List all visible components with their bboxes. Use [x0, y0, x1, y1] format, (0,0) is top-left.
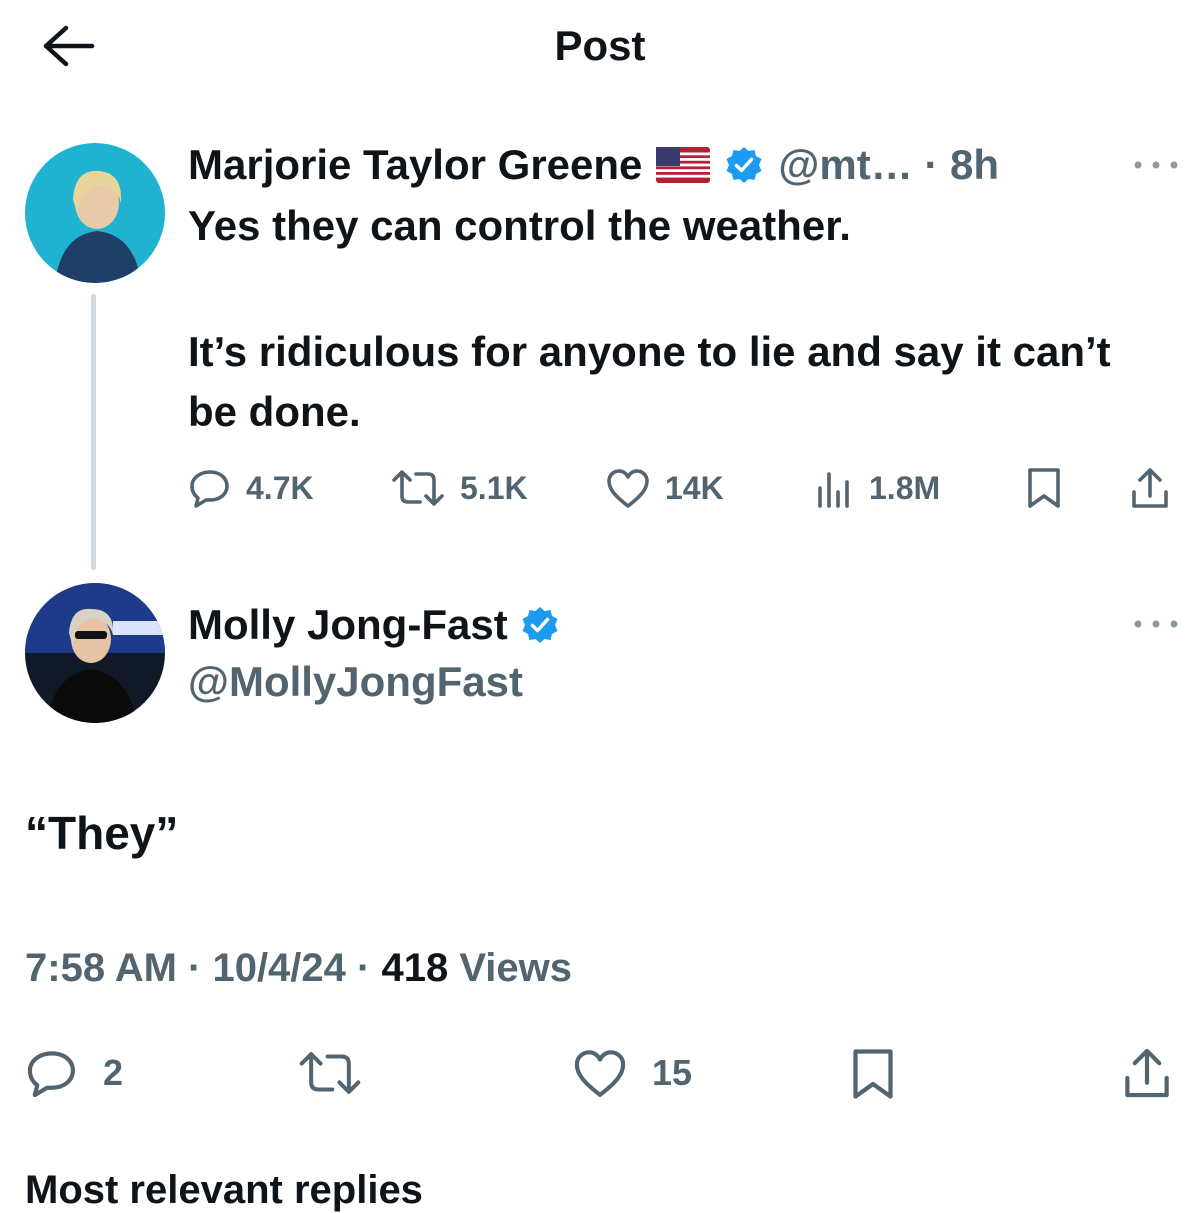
replies-sort-label[interactable]: Most relevant replies [25, 1168, 423, 1213]
reply-icon [27, 1051, 75, 1098]
repost-count: 5.1K [460, 469, 528, 506]
post-text: It’s ridiculous for anyone to lie and sa… [188, 328, 1111, 435]
repost-button[interactable] [297, 1046, 387, 1100]
more-options-icon[interactable] [1128, 614, 1184, 634]
repost-icon [299, 1052, 361, 1094]
bookmark-icon [1028, 468, 1060, 508]
page-title: Post [554, 22, 646, 69]
heart-icon [574, 1050, 626, 1097]
reply-button[interactable]: 2 [25, 1046, 123, 1100]
like-count: 15 [652, 1052, 693, 1093]
author-name[interactable]: Marjorie Taylor Greene [188, 141, 642, 189]
views-button[interactable]: 1.8M [815, 466, 940, 510]
verified-badge-icon[interactable] [724, 145, 764, 185]
bookmark-button[interactable] [1024, 466, 1078, 510]
more-options-icon[interactable] [1128, 155, 1184, 175]
post-header: Marjorie Taylor Greene @mt… · 8h [188, 138, 999, 192]
author-name[interactable]: Molly Jong-Fast [188, 601, 508, 649]
separator: · [345, 946, 382, 990]
us-flag-icon [656, 147, 711, 183]
reply-icon [190, 470, 229, 508]
post-text: Yes they can control the weather. [188, 202, 851, 249]
reply-count: 2 [103, 1052, 124, 1093]
avatar[interactable] [25, 143, 165, 283]
share-button[interactable] [1120, 1046, 1198, 1100]
thread-line [91, 294, 96, 570]
post-time[interactable]: 7:58 AM [25, 946, 177, 990]
post-metadata: 7:58 AM · 10/4/24 · 418 Views [25, 946, 572, 991]
share-icon [1125, 1048, 1169, 1098]
like-button[interactable]: 15 [572, 1046, 692, 1100]
post-date[interactable]: 10/4/24 [212, 946, 345, 990]
like-button[interactable]: 14K [605, 466, 724, 510]
like-count: 14K [665, 469, 724, 506]
bookmark-icon [853, 1049, 893, 1099]
avatar[interactable] [25, 583, 165, 723]
reply-header: Molly Jong-Fast [188, 598, 560, 652]
post-time[interactable]: 8h [950, 141, 999, 189]
separator: · [176, 946, 213, 990]
reply-text: “They” [25, 807, 179, 859]
share-icon [1132, 468, 1168, 508]
bookmark-button[interactable] [848, 1046, 922, 1102]
views-label: Views [448, 946, 573, 990]
verified-badge-icon[interactable] [520, 605, 560, 645]
views-count: 1.8M [869, 469, 941, 506]
author-handle[interactable]: @MollyJongFast [188, 658, 523, 706]
views-count: 418 [381, 946, 449, 990]
repost-icon [392, 470, 444, 506]
analytics-icon [818, 472, 849, 508]
share-button[interactable] [1128, 466, 1186, 510]
reply-count: 4.7K [246, 469, 314, 506]
separator: · [912, 141, 951, 188]
author-handle[interactable]: @mt… [778, 141, 912, 189]
repost-button[interactable]: 5.1K [390, 466, 528, 510]
heart-icon [607, 469, 649, 508]
reply-button[interactable]: 4.7K [188, 466, 314, 510]
